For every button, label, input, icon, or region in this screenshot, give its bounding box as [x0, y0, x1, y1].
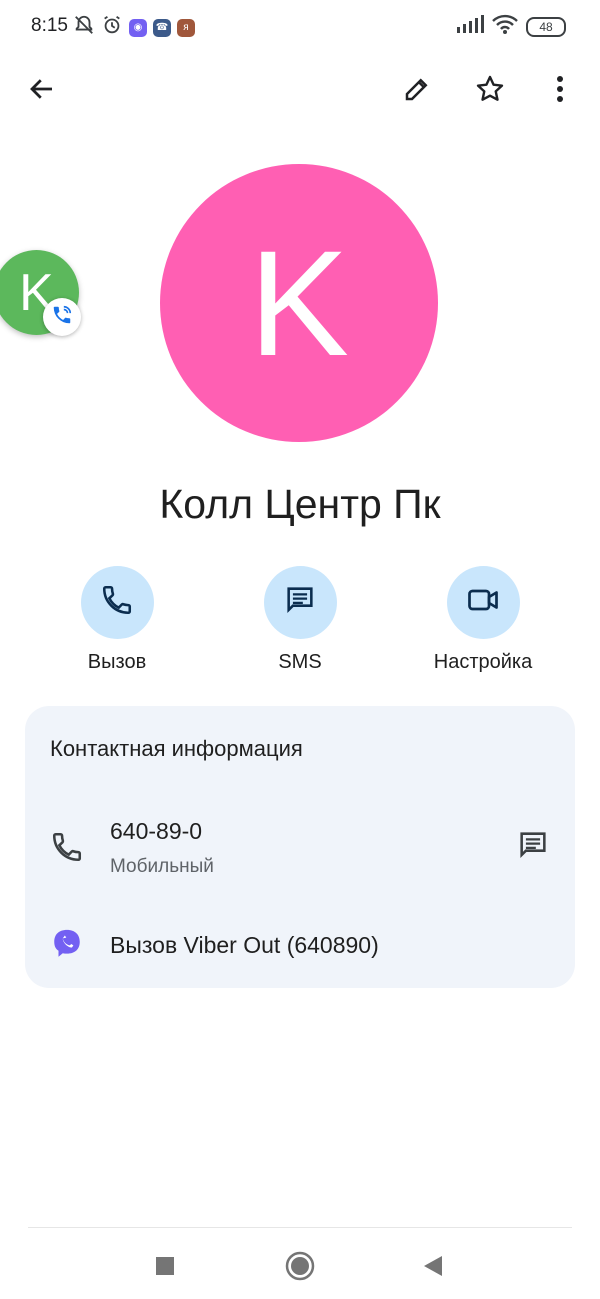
more-options-button[interactable]	[536, 67, 584, 115]
system-nav-bar	[0, 1232, 600, 1299]
alarm-icon	[101, 14, 123, 41]
phone-app-icon: ☎	[153, 18, 171, 37]
call-action-circle[interactable]	[80, 566, 154, 639]
contact-info-card: Контактная информация 640-89-0 Мобильный…	[25, 706, 575, 988]
back-triangle-icon	[423, 1255, 443, 1282]
favorite-button[interactable]	[466, 67, 514, 115]
settings-action[interactable]: Настройка	[408, 566, 558, 674]
message-icon	[283, 583, 317, 622]
muted-notification-icon	[73, 14, 95, 41]
edit-button[interactable]	[393, 67, 441, 115]
contact-name: Колл Центр Пк	[159, 481, 441, 527]
recents-button[interactable]	[143, 1246, 187, 1290]
status-icons-left: ◉ ☎ я	[73, 14, 195, 41]
more-vert-icon	[556, 75, 564, 108]
nav-divider	[28, 1227, 572, 1228]
back-nav-button[interactable]	[411, 1246, 455, 1290]
viber-out-call[interactable]: Вызов Viber Out (640890)	[110, 932, 379, 959]
back-arrow-icon	[27, 74, 57, 109]
bubble-call-badge	[43, 298, 81, 336]
sms-action-label: SMS	[278, 651, 322, 673]
videocam-icon	[465, 582, 501, 623]
ongoing-call-icon	[51, 304, 73, 331]
phone-type: Мобильный	[110, 856, 214, 877]
status-bar: 8:15 ◉ ☎ я 48	[0, 0, 600, 54]
call-action-label: Вызов	[87, 651, 147, 673]
avatar-initial: K	[248, 218, 350, 387]
phone-row-icon	[49, 829, 85, 865]
battery-icon: 48	[526, 16, 566, 37]
phone-number[interactable]: 640-89-0	[110, 818, 202, 845]
star-outline-icon	[474, 73, 506, 110]
home-circle-icon	[285, 1251, 315, 1286]
message-icon	[516, 828, 550, 867]
sms-action[interactable]: SMS	[225, 566, 375, 674]
settings-action-label: Настройка	[433, 651, 533, 673]
app-icon: я	[177, 18, 195, 37]
edit-pencil-icon	[402, 74, 432, 109]
signal-icon	[456, 15, 484, 38]
contact-avatar: K	[160, 164, 438, 442]
send-message-button[interactable]	[515, 829, 551, 865]
home-button[interactable]	[278, 1246, 322, 1290]
top-app-bar	[0, 60, 600, 124]
square-icon	[155, 1256, 175, 1281]
phone-icon	[100, 583, 134, 622]
sms-action-circle[interactable]	[263, 566, 337, 639]
wifi-icon	[492, 14, 518, 39]
viber-app-icon: ◉	[129, 18, 147, 37]
call-action[interactable]: Вызов	[42, 566, 192, 674]
status-time: 8:15	[31, 15, 68, 36]
card-title: Контактная информация	[50, 736, 303, 761]
status-icons-right: 48	[456, 14, 566, 39]
quick-actions: Вызов SMS Настройка	[0, 566, 600, 686]
settings-action-circle[interactable]	[446, 566, 520, 639]
viber-icon	[49, 926, 85, 962]
back-button[interactable]	[18, 67, 66, 115]
